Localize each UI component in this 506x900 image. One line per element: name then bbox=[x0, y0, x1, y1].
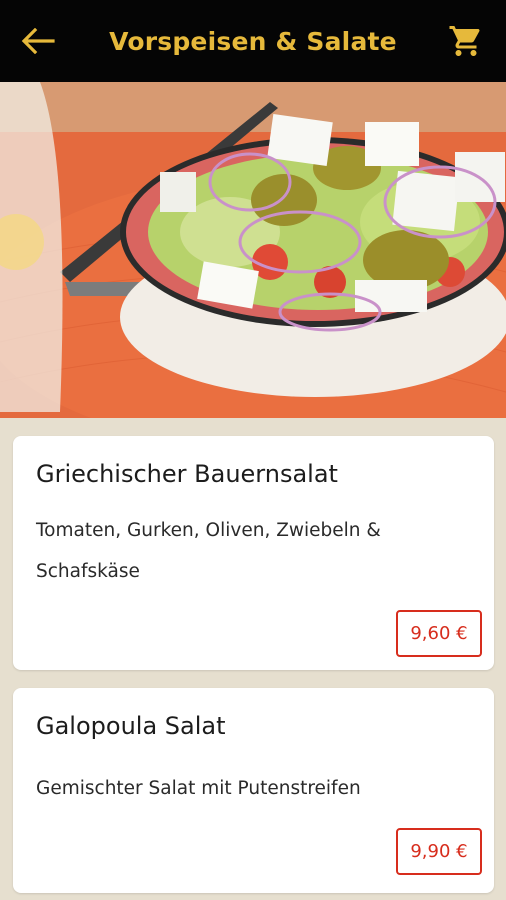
app-bar: Vorspeisen & Salate bbox=[0, 0, 506, 82]
menu-item-card[interactable]: Griechischer Bauernsalat Tomaten, Gurken… bbox=[13, 436, 494, 670]
price-badge[interactable]: 9,60 € bbox=[396, 610, 482, 657]
price-badge[interactable]: 9,90 € bbox=[396, 828, 482, 875]
menu-item-card[interactable]: Galopoula Salat Gemischter Salat mit Put… bbox=[13, 688, 494, 893]
shopping-cart-icon bbox=[449, 26, 480, 56]
menu-list: Griechischer Bauernsalat Tomaten, Gurken… bbox=[0, 418, 506, 900]
menu-item-name: Galopoula Salat bbox=[36, 712, 226, 740]
back-button[interactable] bbox=[18, 24, 58, 58]
menu-item-description: Tomaten, Gurken, Oliven, Zwiebeln & Scha… bbox=[36, 520, 381, 582]
menu-item-description: Gemischter Salat mit Putenstreifen bbox=[36, 778, 361, 799]
menu-item-name: Griechischer Bauernsalat bbox=[36, 460, 338, 488]
cart-button[interactable] bbox=[446, 22, 486, 60]
arrow-left-icon bbox=[21, 28, 55, 54]
page-title: Vorspeisen & Salate bbox=[109, 26, 397, 56]
hero-image bbox=[0, 82, 506, 418]
